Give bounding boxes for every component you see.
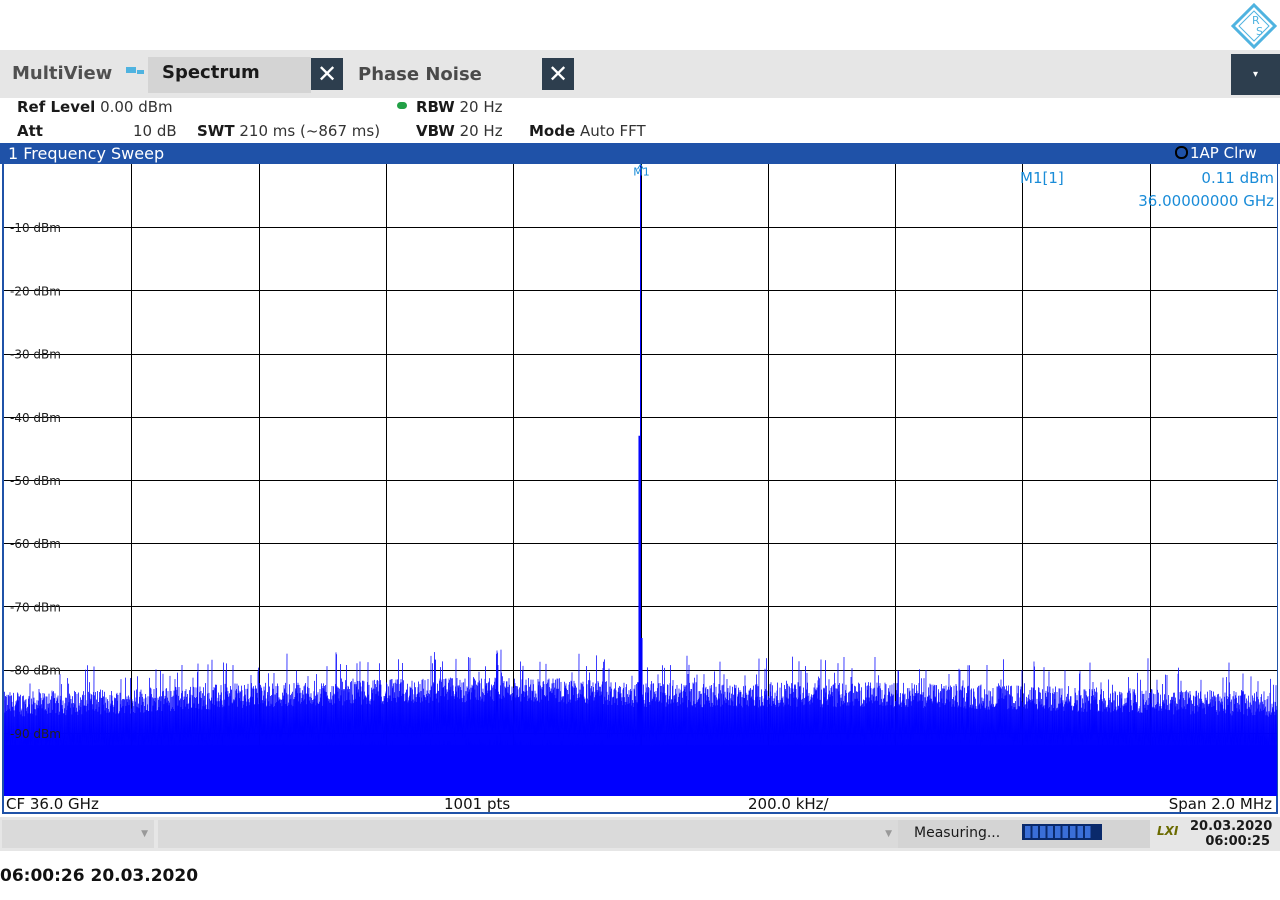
y-tick-label: -20 dBm [10, 284, 61, 298]
y-tick-label: -80 dBm [10, 664, 61, 678]
marker-readout-level: 0.11 dBm [1201, 169, 1274, 187]
vbw-name: VBW [416, 122, 455, 140]
diagram-footer [2, 796, 1278, 814]
progress-block [1062, 826, 1068, 838]
tab-spectrum-label: Spectrum [162, 62, 260, 83]
lxi-icon: LXI [1157, 824, 1179, 838]
measuring-text: Measuring... [914, 825, 1001, 841]
vbw-setting[interactable]: VBW 20 Hz [416, 122, 503, 140]
progress-block [1070, 826, 1076, 838]
swt-name: SWT [197, 122, 235, 140]
y-tick-label: -30 dBm [10, 348, 61, 362]
vbw-value: 20 Hz [459, 122, 503, 140]
mode-value: Auto FFT [579, 122, 646, 140]
rbw-value: 20 Hz [459, 98, 503, 116]
status-time: 06:00:25 [1205, 834, 1270, 849]
status-field-1[interactable]: ▼ [2, 820, 154, 848]
progress-block [1085, 826, 1091, 838]
mode-setting[interactable]: Mode Auto FFT [529, 122, 646, 140]
progress-block [1077, 826, 1083, 838]
spectrum-plot[interactable]: -10 dBm -20 dBm -30 dBm -40 dBm -50 dBm -60 d… [4, 164, 1277, 796]
progress-indicator [1022, 824, 1102, 840]
span[interactable]: Span 2.0 MHz [1169, 795, 1272, 813]
status-date: 20.03.2020 [1190, 819, 1273, 834]
tab-multiview[interactable]: MultiView [12, 63, 112, 84]
progress-block [1032, 826, 1038, 838]
rbw-setting[interactable]: RBW 20 Hz [416, 98, 503, 116]
swt-setting[interactable]: SWT 210 ms (~867 ms) [197, 122, 380, 140]
close-phase-noise-button[interactable]: ✕ [542, 58, 574, 90]
rbw-coupling-indicator-icon [397, 102, 407, 109]
att-setting[interactable]: Att [17, 122, 43, 140]
progress-block [1055, 826, 1061, 838]
multiview-icon [126, 67, 144, 74]
ref-level-value: 0.00 dBm [100, 98, 173, 116]
trace-indicator-icon [1175, 146, 1188, 159]
screenshot-timestamp: 06:00:26 20.03.2020 [0, 866, 199, 886]
rs-logo: R S [1230, 2, 1278, 50]
logo-letter-s: S [1256, 25, 1263, 38]
y-tick-label: -90 dBm [10, 727, 61, 741]
marker-m1[interactable]: M1 [633, 164, 650, 178]
mode-name: Mode [529, 122, 576, 140]
progress-block [1047, 826, 1053, 838]
frequency-per-division: 200.0 kHz/ [748, 795, 829, 813]
att-name: Att [17, 122, 43, 140]
menu-dropdown-button[interactable]: ▾ [1231, 54, 1280, 95]
ref-level-name: Ref Level [17, 98, 96, 116]
att-value: 10 dB [133, 122, 177, 140]
marker-readout-name: M1[1] [1020, 169, 1064, 187]
window-title: 1 Frequency Sweep [8, 144, 165, 163]
progress-block [1040, 826, 1046, 838]
close-spectrum-button[interactable]: ✕ [311, 58, 343, 90]
tab-phase-noise[interactable]: Phase Noise [358, 64, 482, 85]
trace-label: 1AP Clrw [1190, 144, 1257, 162]
chevron-down-icon: ▼ [141, 829, 148, 839]
marker-readout-frequency: 36.00000000 GHz [1138, 192, 1274, 210]
sweep-points[interactable]: 1001 pts [444, 795, 510, 813]
ref-level-setting[interactable]: Ref Level 0.00 dBm [17, 98, 173, 116]
y-tick-label: -60 dBm [10, 537, 61, 551]
rbw-name: RBW [416, 98, 455, 116]
status-field-2[interactable]: ▼ [158, 820, 898, 848]
window-title-bar[interactable] [0, 143, 1280, 164]
progress-block [1025, 826, 1031, 838]
center-frequency[interactable]: CF 36.0 GHz [6, 795, 99, 813]
y-tick-label: -50 dBm [10, 474, 61, 488]
trace-info[interactable]: 1AP Clrw [1175, 144, 1257, 162]
y-tick-label: -10 dBm [10, 221, 61, 235]
marker-flag: M1 [633, 165, 650, 178]
chevron-down-icon: ▼ [885, 829, 892, 839]
y-tick-label: -70 dBm [10, 600, 61, 614]
swt-value: 210 ms (~867 ms) [239, 122, 381, 140]
y-tick-label: -40 dBm [10, 411, 61, 425]
